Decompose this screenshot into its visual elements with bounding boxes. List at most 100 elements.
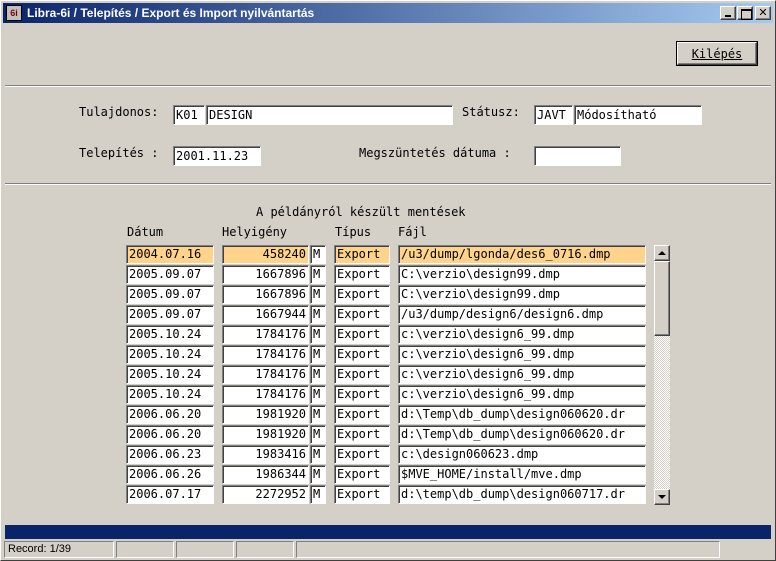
- cell-size[interactable]: 1784176: [222, 385, 309, 404]
- cell-type[interactable]: Export: [334, 365, 390, 384]
- cell-file[interactable]: /u3/dump/design6/design6.dmp: [398, 305, 646, 324]
- cell-type[interactable]: Export: [334, 385, 390, 404]
- cell-unit[interactable]: M: [310, 405, 326, 424]
- exit-button[interactable]: Kilépés: [677, 42, 757, 65]
- cell-type[interactable]: Export: [334, 285, 390, 304]
- status-panel-3: [176, 541, 234, 558]
- arrow-down-icon: [658, 495, 666, 499]
- status-panel-4: [236, 541, 294, 558]
- cell-size[interactable]: 1667944: [222, 305, 309, 324]
- maximize-button[interactable]: [737, 6, 753, 20]
- cell-unit[interactable]: M: [310, 365, 326, 384]
- cell-file[interactable]: c:\verzio\design6_99.dmp: [398, 345, 646, 364]
- install-date-field[interactable]: 2001.11.23: [173, 146, 261, 166]
- owner-name-field[interactable]: DESIGN: [206, 105, 453, 125]
- cell-file[interactable]: c:\verzio\design6_99.dmp: [398, 385, 646, 404]
- cell-type[interactable]: Export: [334, 305, 390, 324]
- main-window: 6i Libra-6i / Telepítés / Export és Impo…: [0, 0, 776, 561]
- cell-type[interactable]: Export: [334, 265, 390, 284]
- cell-date[interactable]: 2005.10.24: [126, 325, 214, 344]
- close-icon: ✕: [758, 6, 768, 19]
- cell-size[interactable]: 1983416: [222, 445, 309, 464]
- cell-type[interactable]: Export: [334, 465, 390, 484]
- cell-size[interactable]: 1784176: [222, 325, 309, 344]
- cell-unit[interactable]: M: [310, 245, 326, 264]
- cell-date[interactable]: 2005.10.24: [126, 345, 214, 364]
- window-title: Libra-6i / Telepítés / Export és Import …: [27, 6, 315, 20]
- cell-size[interactable]: 1981920: [222, 405, 309, 424]
- cell-unit[interactable]: M: [310, 425, 326, 444]
- cell-file[interactable]: /u3/dump/lgonda/des6_0716.dmp: [398, 245, 646, 264]
- cell-date[interactable]: 2006.06.20: [126, 405, 214, 424]
- message-line: [5, 525, 771, 539]
- cell-date[interactable]: 2006.06.26: [126, 465, 214, 484]
- cell-file[interactable]: d:\Temp\db_dump\design060620.dr: [398, 405, 646, 424]
- cell-file[interactable]: C:\verzio\design99.dmp: [398, 285, 646, 304]
- title-bar[interactable]: 6i Libra-6i / Telepítés / Export és Impo…: [3, 3, 773, 23]
- cell-type[interactable]: Export: [334, 245, 390, 264]
- column-header-date: Dátum: [127, 225, 164, 239]
- maximize-icon: [738, 7, 752, 20]
- cell-size[interactable]: 1667896: [222, 285, 309, 304]
- status-panel-5: [296, 541, 720, 558]
- cell-unit[interactable]: M: [310, 445, 326, 464]
- cell-type[interactable]: Export: [334, 485, 390, 504]
- cell-size[interactable]: 1784176: [222, 345, 309, 364]
- column-header-file: Fájl: [398, 225, 427, 239]
- end-date-field[interactable]: [534, 146, 621, 166]
- cell-type[interactable]: Export: [334, 425, 390, 444]
- cell-unit[interactable]: M: [310, 285, 326, 304]
- cell-unit[interactable]: M: [310, 385, 326, 404]
- cell-unit[interactable]: M: [310, 305, 326, 324]
- cell-type[interactable]: Export: [334, 405, 390, 424]
- cell-size[interactable]: 2272952: [222, 485, 309, 504]
- cell-file[interactable]: C:\verzio\design99.dmp: [398, 265, 646, 284]
- cell-size[interactable]: 1667896: [222, 265, 309, 284]
- cell-unit[interactable]: M: [310, 485, 326, 504]
- cell-size[interactable]: 1986344: [222, 465, 309, 484]
- backups-title: A példányról készült mentések: [256, 205, 466, 219]
- status-label: Státusz:: [462, 105, 520, 119]
- cell-unit[interactable]: M: [310, 465, 326, 484]
- table-scrollbar[interactable]: [654, 245, 670, 505]
- cell-size[interactable]: 458240: [222, 245, 309, 264]
- cell-date[interactable]: 2005.09.07: [126, 265, 214, 284]
- column-header-size: Helyigény: [222, 225, 288, 239]
- cell-date[interactable]: 2005.10.24: [126, 385, 214, 404]
- cell-file[interactable]: $MVE_HOME/install/mve.dmp: [398, 465, 646, 484]
- cell-date[interactable]: 2006.06.23: [126, 445, 214, 464]
- cell-unit[interactable]: M: [310, 345, 326, 364]
- cell-date[interactable]: 2005.09.07: [126, 305, 214, 324]
- cell-size[interactable]: 1784176: [222, 365, 309, 384]
- cell-unit[interactable]: M: [310, 325, 326, 344]
- cell-file[interactable]: c:\design060623.dmp: [398, 445, 646, 464]
- install-label: Telepítés :: [79, 146, 159, 160]
- cell-file[interactable]: c:\verzio\design6_99.dmp: [398, 365, 646, 384]
- owner-label: Tulajdonos:: [79, 105, 159, 119]
- end-date-label: Megszüntetés dátuma :: [359, 146, 511, 160]
- cell-date[interactable]: 2005.10.24: [126, 365, 214, 384]
- cell-unit[interactable]: M: [310, 265, 326, 284]
- status-name-field[interactable]: Módosítható: [574, 105, 702, 125]
- app-icon[interactable]: 6i: [6, 5, 22, 21]
- scroll-up-button[interactable]: [654, 245, 670, 261]
- cell-file[interactable]: d:\Temp\db_dump\design060620.dr: [398, 425, 646, 444]
- cell-file[interactable]: c:\verzio\design6_99.dmp: [398, 325, 646, 344]
- record-counter: Record: 1/39: [4, 541, 114, 558]
- owner-code-field[interactable]: K01: [173, 105, 205, 125]
- cell-date[interactable]: 2006.07.17: [126, 485, 214, 504]
- scroll-thumb[interactable]: [654, 261, 670, 336]
- status-code-field[interactable]: JAVT: [534, 105, 573, 125]
- cell-size[interactable]: 1981920: [222, 425, 309, 444]
- scroll-down-button[interactable]: [654, 489, 670, 505]
- cell-file[interactable]: d:\temp\db_dump\design060717.dr: [398, 485, 646, 504]
- cell-type[interactable]: Export: [334, 345, 390, 364]
- separator-top: [5, 85, 771, 87]
- cell-type[interactable]: Export: [334, 445, 390, 464]
- cell-type[interactable]: Export: [334, 325, 390, 344]
- cell-date[interactable]: 2005.09.07: [126, 285, 214, 304]
- minimize-button[interactable]: [720, 6, 736, 20]
- cell-date[interactable]: 2004.07.16: [126, 245, 214, 264]
- cell-date[interactable]: 2006.06.20: [126, 425, 214, 444]
- close-button[interactable]: ✕: [755, 6, 771, 20]
